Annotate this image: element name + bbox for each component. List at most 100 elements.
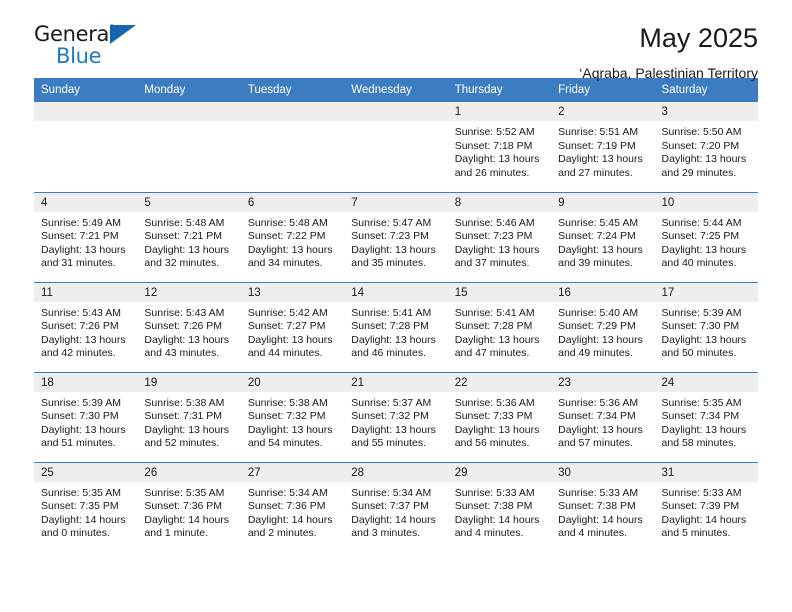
day-cell[interactable]: 27 Sunrise: 5:34 AM Sunset: 7:36 PM Dayligh… [240,461,345,552]
sunset-text: Sunset: 7:26 PM [41,320,119,333]
day-cell[interactable]: 22 Sunrise: 5:36 AM Sunset: 7:33 PM Dayligh… [447,371,552,462]
sunrise-text: Sunrise: 5:52 AM [454,126,535,138]
day-details: Sunrise: 5:47 AM Sunset: 7:23 PM Daylight:… [344,212,447,271]
day-number [344,102,448,121]
day-number: 19 [137,372,241,392]
sunrise-text: Sunrise: 5:34 AM [247,486,328,499]
day-cell[interactable]: 30 Sunrise: 5:33 AM Sunset: 7:38 PM Dayligh… [551,461,655,552]
sunset-text: Sunset: 7:21 PM [41,230,119,243]
sunrise-text: Sunrise: 5:43 AM [144,306,225,319]
logo-text-blue: Blue [56,44,102,68]
day-cell[interactable]: 18 Sunrise: 5:39 AM Sunset: 7:30 PM Dayligh… [34,371,138,462]
day-cell[interactable]: 31 Sunrise: 5:33 AM Sunset: 7:39 PM Dayligh… [654,461,758,552]
general-blue-logo[interactable]: General Blue [34,22,146,70]
day-cell[interactable]: 2 Sunrise: 5:51 AM Sunset: 7:19 PM Daylight… [551,102,655,192]
daylight-text-line1: Daylight: 13 hours [351,333,436,346]
calendar-body: 1 Sunrise: 5:52 AM Sunset: 7:18 PM Daylight… [34,102,758,552]
sunrise-text: Sunrise: 5:35 AM [144,486,225,499]
day-cell[interactable]: 25 Sunrise: 5:35 AM Sunset: 7:35 PM Dayligh… [34,461,138,552]
sunset-text: Sunset: 7:30 PM [661,320,740,333]
day-details: Sunrise: 5:40 AM Sunset: 7:29 PM Daylight:… [551,302,654,361]
day-details: Sunrise: 5:52 AM Sunset: 7:18 PM Daylight:… [448,121,551,180]
daylight-text-line1: Daylight: 13 hours [454,153,540,166]
sunrise-text: Sunrise: 5:39 AM [661,306,742,319]
day-cell[interactable]: 1 Sunrise: 5:52 AM Sunset: 7:18 PM Daylight… [447,102,552,192]
day-number: 22 [447,372,552,392]
day-cell[interactable]: 6 Sunrise: 5:48 AM Sunset: 7:22 PM Daylight… [240,191,345,282]
day-cell[interactable]: 17 Sunrise: 5:39 AM Sunset: 7:30 PM Dayligh… [654,281,758,372]
day-cell[interactable]: 13 Sunrise: 5:42 AM Sunset: 7:27 PM Dayligh… [240,281,345,372]
daylight-text-line2: and 55 minutes. [351,437,426,450]
sunset-text: Sunset: 7:36 PM [247,500,326,513]
day-details: Sunrise: 5:34 AM Sunset: 7:37 PM Daylight:… [344,482,447,541]
daylight-text-line1: Daylight: 13 hours [247,423,333,436]
day-cell[interactable]: 20 Sunrise: 5:38 AM Sunset: 7:32 PM Dayligh… [240,371,345,462]
day-cell[interactable]: 28 Sunrise: 5:34 AM Sunset: 7:37 PM Dayligh… [344,461,448,552]
day-number [34,102,138,121]
day-details: Sunrise: 5:35 AM Sunset: 7:34 PM Daylight:… [655,392,758,451]
day-cell[interactable]: 11 Sunrise: 5:43 AM Sunset: 7:26 PM Dayligh… [34,281,138,372]
logo-text-general: General [34,22,115,46]
day-number: 31 [654,462,758,482]
daylight-text-line1: Daylight: 13 hours [558,153,643,166]
sunset-text: Sunset: 7:34 PM [558,410,636,423]
day-number: 28 [344,462,448,482]
day-number: 23 [551,372,655,392]
day-number: 30 [551,462,655,482]
day-details: Sunrise: 5:39 AM Sunset: 7:30 PM Daylight:… [655,302,758,361]
daylight-text-line1: Daylight: 13 hours [41,423,126,436]
day-cell[interactable]: 23 Sunrise: 5:36 AM Sunset: 7:34 PM Dayligh… [551,371,655,462]
daylight-text-line2: and 4 minutes. [454,527,524,540]
day-cell[interactable]: 24 Sunrise: 5:35 AM Sunset: 7:34 PM Dayligh… [654,371,758,462]
day-cell[interactable]: 5 Sunrise: 5:48 AM Sunset: 7:21 PM Daylight… [137,191,241,282]
daylight-text-line1: Daylight: 14 hours [558,513,643,526]
day-details: Sunrise: 5:36 AM Sunset: 7:34 PM Daylight:… [551,392,654,451]
day-details: Sunrise: 5:38 AM Sunset: 7:32 PM Daylight:… [241,392,344,451]
day-cell[interactable]: 21 Sunrise: 5:37 AM Sunset: 7:32 PM Dayligh… [344,371,448,462]
sunrise-text: Sunrise: 5:38 AM [144,396,225,409]
daylight-text-line2: and 2 minutes. [247,527,317,540]
calendar-header-row: Sunday Monday Tuesday Wednesday Thursday… [34,78,758,102]
calendar-table: Sunday Monday Tuesday Wednesday Thursday… [34,78,758,552]
day-cell[interactable]: 8 Sunrise: 5:46 AM Sunset: 7:23 PM Daylight… [447,191,552,282]
weekday-header-sunday: Sunday [34,78,138,102]
daylight-text-line2: and 31 minutes. [41,257,116,270]
day-cell[interactable]: 29 Sunrise: 5:33 AM Sunset: 7:38 PM Dayligh… [447,461,552,552]
day-number: 7 [344,192,448,212]
day-cell[interactable]: 4 Sunrise: 5:49 AM Sunset: 7:21 PM Daylight… [34,191,138,282]
day-details: Sunrise: 5:33 AM Sunset: 7:38 PM Daylight:… [448,482,551,541]
day-cell[interactable]: 12 Sunrise: 5:43 AM Sunset: 7:26 PM Dayligh… [137,281,241,372]
day-cell[interactable]: 14 Sunrise: 5:41 AM Sunset: 7:28 PM Dayligh… [344,281,448,372]
day-details: Sunrise: 5:38 AM Sunset: 7:31 PM Daylight:… [137,392,240,451]
daylight-text-line1: Daylight: 14 hours [41,513,126,526]
day-cell[interactable]: 16 Sunrise: 5:40 AM Sunset: 7:29 PM Dayligh… [551,281,655,372]
day-details: Sunrise: 5:35 AM Sunset: 7:35 PM Daylight:… [34,482,137,541]
daylight-text-line1: Daylight: 14 hours [247,513,333,526]
day-cell[interactable]: 15 Sunrise: 5:41 AM Sunset: 7:28 PM Dayligh… [447,281,552,372]
day-cell[interactable]: 7 Sunrise: 5:47 AM Sunset: 7:23 PM Daylight… [344,191,448,282]
sunset-text: Sunset: 7:34 PM [661,410,740,423]
daylight-text-line2: and 44 minutes. [247,347,323,360]
day-number: 4 [34,192,138,212]
sunset-text: Sunset: 7:21 PM [144,230,223,243]
day-cell[interactable]: 19 Sunrise: 5:38 AM Sunset: 7:31 PM Dayligh… [137,371,241,462]
day-number: 20 [240,372,345,392]
sunset-text: Sunset: 7:18 PM [454,139,533,152]
day-cell[interactable]: 9 Sunrise: 5:45 AM Sunset: 7:24 PM Daylight… [551,191,655,282]
day-number: 27 [240,462,345,482]
day-number: 21 [344,372,448,392]
daylight-text-line1: Daylight: 13 hours [454,333,540,346]
sunset-text: Sunset: 7:24 PM [558,230,636,243]
day-cell[interactable]: 3 Sunrise: 5:50 AM Sunset: 7:20 PM Daylight… [654,102,758,192]
day-number: 14 [344,282,448,302]
day-cell[interactable]: 10 Sunrise: 5:44 AM Sunset: 7:25 PM Dayligh… [654,191,758,282]
daylight-text-line1: Daylight: 13 hours [144,243,230,256]
day-cell[interactable]: 26 Sunrise: 5:35 AM Sunset: 7:36 PM Dayligh… [137,461,241,552]
day-number: 12 [137,282,241,302]
day-number: 26 [137,462,241,482]
day-details: Sunrise: 5:49 AM Sunset: 7:21 PM Daylight:… [34,212,137,271]
daylight-text-line1: Daylight: 13 hours [661,333,747,346]
day-number: 11 [34,282,138,302]
sunrise-text: Sunrise: 5:50 AM [661,126,742,138]
day-number: 16 [551,282,655,302]
